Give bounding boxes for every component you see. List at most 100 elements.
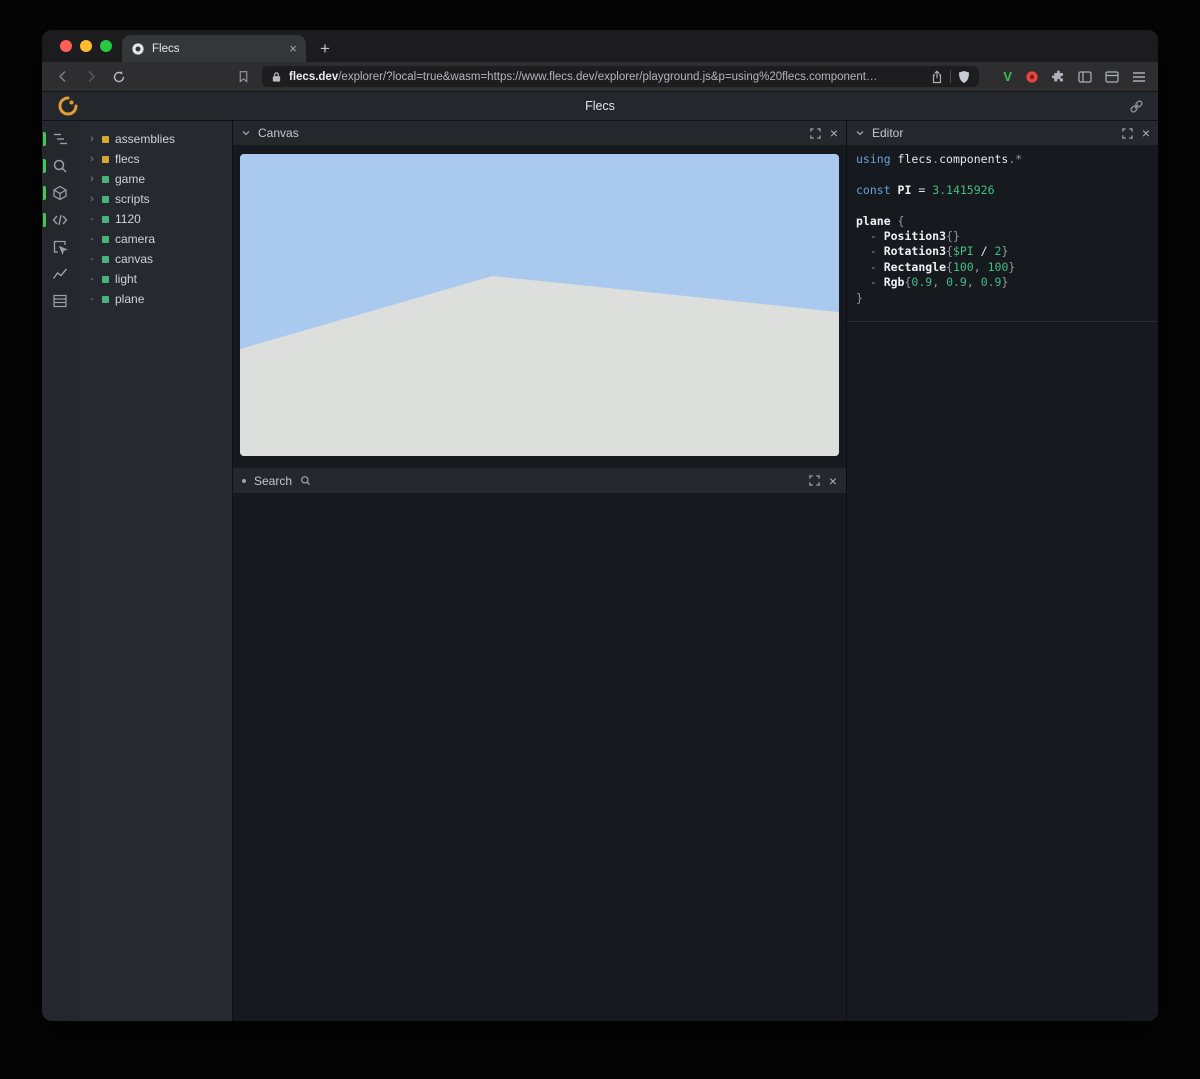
entity-label: 1120 — [115, 212, 141, 226]
expand-arrow-icon[interactable]: › — [88, 134, 96, 145]
code-line[interactable] — [856, 198, 1149, 213]
extensions-button[interactable] — [1052, 70, 1065, 83]
tree-item-1120[interactable]: - 1120 — [88, 209, 228, 229]
entity-color-square — [102, 136, 109, 143]
search-panel-title: Search — [254, 474, 292, 488]
canvas-panel-actions: × — [810, 126, 838, 140]
entity-color-square — [102, 156, 109, 163]
lock-icon — [271, 71, 282, 83]
close-icon[interactable]: × — [830, 126, 838, 140]
url-path: /explorer/?local=true&wasm=https://www.f… — [338, 71, 877, 83]
sidebar-toggle-button[interactable] — [1078, 71, 1092, 83]
expand-icon[interactable] — [810, 128, 821, 139]
address-bar[interactable]: flecs.dev/explorer/?local=true&wasm=http… — [262, 66, 979, 87]
rail-code-button[interactable] — [42, 212, 78, 228]
entity-label: scripts — [115, 192, 150, 206]
rail-tree-button[interactable] — [42, 131, 78, 147]
code-editor[interactable]: using flecs.components.* const PI = 3.14… — [847, 145, 1158, 322]
search-panel-actions: × — [809, 474, 837, 488]
canvas-viewport-wrap — [233, 145, 846, 462]
rail-stats-button[interactable] — [42, 266, 78, 282]
tree-item-camera[interactable]: -camera — [88, 229, 228, 249]
entity-color-square — [102, 296, 109, 303]
code-line[interactable]: - Rectangle{100, 100} — [856, 260, 1149, 275]
tree-item-assemblies[interactable]: › assemblies — [88, 129, 228, 149]
search-panel-header: Search × — [233, 468, 846, 493]
reload-button[interactable] — [110, 68, 128, 86]
collapsed-dot-icon[interactable] — [242, 479, 246, 483]
rail-active-indicator — [43, 186, 46, 200]
extension-record-button[interactable] — [1025, 70, 1039, 84]
entity-label: flecs — [115, 152, 140, 166]
back-icon — [57, 70, 69, 83]
tab-close-icon[interactable]: × — [289, 42, 297, 55]
entity-color-square — [102, 216, 109, 223]
share-button[interactable] — [931, 70, 943, 84]
shield-icon — [958, 70, 970, 84]
leaf-dash-icon: - — [88, 254, 96, 265]
forward-button[interactable] — [82, 68, 100, 86]
code-line[interactable]: using flecs.components.* — [856, 152, 1149, 167]
icon-rail — [42, 121, 78, 1021]
expand-icon[interactable] — [1122, 128, 1133, 139]
forward-icon — [85, 70, 97, 83]
code-line[interactable]: - Rgb{0.9, 0.9, 0.9} — [856, 275, 1149, 290]
tree-item-scripts[interactable]: › scripts — [88, 189, 228, 209]
bookmark-sidebar-button[interactable] — [234, 68, 252, 86]
app-title: Flecs — [42, 99, 1158, 113]
leaf-dash-icon: - — [88, 274, 96, 285]
extension-v-button[interactable]: V — [1003, 69, 1012, 84]
code-line[interactable] — [856, 167, 1149, 182]
editor-panel-actions: × — [1122, 126, 1150, 140]
entity-label: camera — [115, 232, 155, 246]
minimize-window-button[interactable] — [80, 40, 92, 52]
expand-arrow-icon[interactable]: › — [88, 154, 96, 165]
entity-color-square — [102, 236, 109, 243]
tab-favicon — [131, 42, 145, 56]
code-line[interactable]: } — [856, 291, 1149, 306]
center-column: Canvas × Search — [233, 121, 847, 1021]
url-text[interactable]: flecs.dev/explorer/?local=true&wasm=http… — [289, 71, 924, 83]
expand-arrow-icon[interactable]: › — [88, 174, 96, 185]
code-line[interactable]: plane { — [856, 214, 1149, 229]
chart-icon — [52, 266, 68, 282]
shield-button[interactable] — [958, 70, 970, 84]
close-icon[interactable]: × — [829, 474, 837, 488]
share-link-button[interactable] — [1129, 99, 1144, 114]
new-tab-button[interactable]: + — [320, 40, 330, 57]
tree-item-canvas[interactable]: - canvas — [88, 249, 228, 269]
flecs-logo — [58, 96, 78, 116]
back-button[interactable] — [54, 68, 72, 86]
link-icon — [1129, 99, 1144, 114]
tree-item-game[interactable]: ›game — [88, 169, 228, 189]
puzzle-icon — [1052, 70, 1065, 83]
chevron-down-icon[interactable] — [855, 128, 865, 138]
wallet-button[interactable] — [1105, 71, 1119, 83]
tree-item-plane[interactable]: -plane — [88, 289, 228, 309]
canvas-3d-viewport[interactable] — [240, 154, 839, 456]
code-line[interactable]: const PI = 3.1415926 — [856, 183, 1149, 198]
editor-column: Editor × using flecs.components.* const … — [847, 121, 1158, 1021]
rail-active-indicator — [43, 159, 46, 173]
entity-label: canvas — [115, 252, 153, 266]
center-empty-area — [233, 493, 846, 1021]
code-line[interactable]: - Position3{} — [856, 229, 1149, 244]
close-icon[interactable]: × — [1142, 126, 1150, 140]
chevron-down-icon[interactable] — [241, 128, 251, 138]
zoom-window-button[interactable] — [100, 40, 112, 52]
expand-icon[interactable] — [809, 475, 820, 486]
close-window-button[interactable] — [60, 40, 72, 52]
rail-search-button[interactable] — [42, 158, 78, 174]
browser-tab-flecs[interactable]: Flecs × — [122, 35, 306, 62]
rail-table-button[interactable] — [42, 293, 78, 309]
menu-button[interactable] — [1132, 71, 1146, 83]
entity-label: assemblies — [115, 132, 175, 146]
expand-arrow-icon[interactable]: › — [88, 194, 96, 205]
code-line[interactable]: - Rotation3{$PI / 2} — [856, 244, 1149, 259]
tree-item-light[interactable]: -light — [88, 269, 228, 289]
leaf-dash-icon: - — [88, 214, 96, 225]
traffic-lights — [42, 40, 122, 62]
tree-item-flecs[interactable]: › flecs — [88, 149, 228, 169]
rail-inspect-button[interactable] — [42, 239, 78, 255]
rail-entities-button[interactable] — [42, 185, 78, 201]
